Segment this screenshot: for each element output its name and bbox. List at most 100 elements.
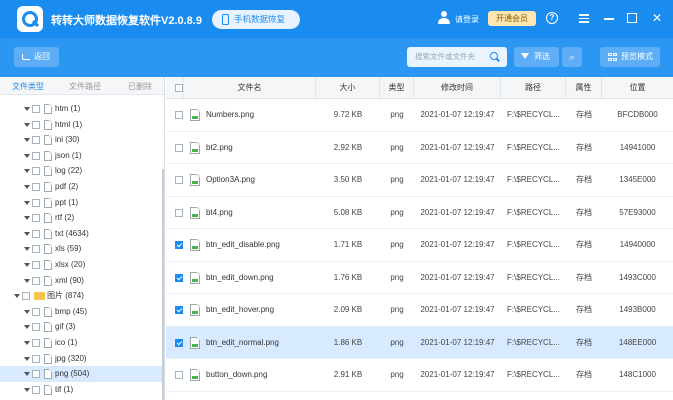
tree-checkbox[interactable]	[32, 151, 40, 160]
tree-checkbox[interactable]	[32, 183, 40, 191]
expand-icon[interactable]	[24, 153, 30, 158]
tree-checkbox[interactable]	[32, 354, 40, 363]
minimize-icon[interactable]	[603, 12, 615, 24]
table-row[interactable]: btn_edit_hover.png 2.09 KB png 2021-01-07 1…	[166, 294, 673, 327]
row-checkbox[interactable]	[175, 273, 183, 282]
tree-item[interactable]: ppt (1)	[0, 195, 164, 211]
tree-checkbox[interactable]	[32, 323, 40, 332]
maximize-icon[interactable]	[627, 13, 637, 23]
menu-icon[interactable]	[578, 12, 590, 24]
row-checkbox[interactable]	[175, 306, 183, 314]
header-select-all[interactable]	[166, 77, 184, 99]
tree-checkbox[interactable]	[32, 307, 40, 316]
tab-file-type[interactable]: 文件类型	[12, 81, 44, 92]
row-checkbox[interactable]	[175, 143, 183, 152]
tree-checkbox[interactable]	[32, 167, 40, 176]
table-row[interactable]: btn_edit_normal.png 1.86 KB png 2021-01-07 …	[166, 326, 673, 359]
expand-icon[interactable]	[24, 247, 30, 252]
col-name[interactable]: 文件名	[184, 77, 316, 99]
expand-icon[interactable]	[24, 138, 30, 143]
tree-checkbox[interactable]	[32, 385, 40, 394]
search-icon[interactable]	[490, 52, 498, 60]
preview-mode-button[interactable]: 预览模式	[600, 47, 660, 67]
tree-item[interactable]: pdf (2)	[0, 179, 164, 195]
left-scrollbar[interactable]	[162, 169, 164, 400]
tree-item[interactable]: png (504)	[0, 366, 164, 382]
tree-item[interactable]: ini (30)	[0, 132, 164, 148]
tab-deleted[interactable]: 已删除	[128, 81, 152, 92]
tree-checkbox[interactable]	[32, 276, 40, 285]
expand-icon[interactable]	[14, 294, 20, 299]
tree-checkbox[interactable]	[32, 245, 40, 254]
expand-icon[interactable]	[24, 372, 30, 377]
tab-file-path[interactable]: 文件路径	[69, 81, 101, 92]
expand-icon[interactable]	[24, 122, 30, 127]
expand-icon[interactable]	[24, 309, 30, 314]
tree-checkbox[interactable]	[32, 120, 40, 129]
col-attr[interactable]: 属性	[566, 77, 602, 99]
expand-icon[interactable]	[24, 169, 30, 174]
col-type[interactable]: 类型	[380, 77, 414, 99]
tree-item[interactable]: bmp (45)	[0, 304, 164, 320]
row-checkbox[interactable]	[175, 208, 183, 217]
advanced-search-icon[interactable]: ⌕	[562, 47, 582, 67]
help-icon[interactable]: ?	[546, 12, 558, 24]
tree-checkbox[interactable]	[32, 229, 40, 238]
tree-item[interactable]: json (1)	[0, 148, 164, 164]
row-checkbox[interactable]	[175, 111, 183, 119]
expand-icon[interactable]	[24, 341, 30, 345]
tree-item[interactable]: html (1)	[0, 117, 164, 133]
col-path[interactable]: 路径	[501, 77, 566, 99]
tree-item[interactable]: xml (90)	[0, 273, 164, 289]
select-all-checkbox[interactable]	[175, 84, 183, 92]
tree-checkbox[interactable]	[32, 370, 40, 379]
expand-icon[interactable]	[24, 356, 30, 361]
col-size[interactable]: 大小	[316, 77, 380, 99]
tree-item[interactable]: jpg (320)	[0, 351, 164, 367]
tree-item[interactable]: htm (1)	[0, 101, 164, 117]
filter-button[interactable]: 筛选	[514, 47, 559, 67]
table-row[interactable]: bt2.png 2.92 KB png 2021-01-07 12:19:47 F:\$…	[166, 132, 673, 164]
tree-checkbox[interactable]	[32, 214, 40, 223]
table-row[interactable]: btn_edit_disable.png 1.71 KB png 2021-01-07…	[166, 229, 673, 262]
table-row[interactable]: button_down.png 2.91 KB png 2021-01-07 12:1…	[166, 359, 673, 392]
tree-item[interactable]: ico (1)	[0, 335, 164, 351]
expand-icon[interactable]	[24, 216, 30, 221]
expand-icon[interactable]	[24, 107, 30, 111]
table-row[interactable]: bt4.png 5.08 KB png 2021-01-07 12:19:47 F:\$…	[166, 197, 673, 229]
col-modified[interactable]: 修改时间	[414, 77, 501, 99]
expand-icon[interactable]	[24, 387, 30, 392]
user-icon[interactable]	[437, 11, 451, 25]
table-row[interactable]: Option3A.png 3.50 KB png 2021-01-07 12:19:4…	[166, 164, 673, 197]
expand-icon[interactable]	[24, 185, 30, 189]
tree-item[interactable]: xlsx (20)	[0, 257, 164, 273]
tree-item[interactable]: rtf (2)	[0, 210, 164, 226]
tree-checkbox[interactable]	[22, 292, 30, 301]
tree-checkbox[interactable]	[32, 136, 40, 145]
tree-checkbox[interactable]	[32, 198, 40, 207]
expand-icon[interactable]	[24, 263, 30, 267]
tree-item[interactable]: tif (1)	[0, 382, 164, 398]
col-position[interactable]: 位置	[602, 77, 673, 99]
close-icon[interactable]: ✕	[651, 12, 663, 24]
login-link[interactable]: 请登录	[455, 14, 479, 25]
row-checkbox[interactable]	[175, 371, 183, 379]
expand-icon[interactable]	[24, 325, 30, 330]
phone-recovery-button[interactable]: 手机数据恢复	[212, 10, 300, 29]
row-checkbox[interactable]	[175, 241, 183, 249]
row-checkbox[interactable]	[175, 176, 183, 184]
back-button[interactable]: 返回	[14, 47, 59, 67]
expand-icon[interactable]	[24, 231, 30, 236]
tree-checkbox[interactable]	[32, 339, 40, 347]
expand-icon[interactable]	[24, 278, 30, 283]
tree-item[interactable]: gif (3)	[0, 319, 164, 335]
expand-icon[interactable]	[24, 200, 30, 205]
tree-item[interactable]: 图片 (874)	[0, 288, 164, 304]
tree-item[interactable]: txt (4634)	[0, 226, 164, 242]
table-row[interactable]: btn_edit_down.png 1.76 KB png 2021-01-07 12…	[166, 262, 673, 294]
row-checkbox[interactable]	[175, 338, 183, 347]
vip-button[interactable]: 开通会员	[488, 11, 536, 26]
table-row[interactable]: Numbers.png 9.72 KB png 2021-01-07 12:19:47…	[166, 99, 673, 132]
tree-checkbox[interactable]	[32, 105, 40, 113]
tree-item[interactable]: xls (59)	[0, 241, 164, 257]
